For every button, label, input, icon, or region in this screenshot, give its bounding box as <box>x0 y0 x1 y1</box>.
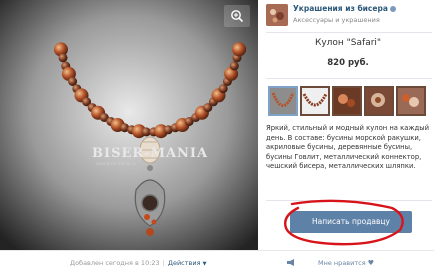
thumbnail[interactable] <box>332 86 362 116</box>
thumbnail[interactable] <box>268 86 298 116</box>
store-avatar[interactable] <box>266 4 288 26</box>
product-description: Яркий, стильный и модный кулон на каждый… <box>266 124 429 170</box>
watermark: BISER-MANIA <box>92 146 209 161</box>
thumbnail-image <box>302 88 328 114</box>
store-subtitle: Аксессуары и украшения <box>293 16 380 24</box>
like-button[interactable]: Мне нравится ♥ <box>318 259 374 267</box>
divider <box>266 78 432 79</box>
store-name-link[interactable]: Украшения из бисера <box>293 4 396 13</box>
divider <box>266 32 432 33</box>
share-button[interactable] <box>286 258 296 269</box>
chevron-down-icon: ▼ <box>202 261 207 267</box>
thumbnail-image <box>334 88 360 114</box>
store-logo-icon <box>266 4 288 26</box>
megaphone-icon <box>287 259 294 266</box>
thumbnail-image <box>270 88 296 114</box>
watermark-url: www.biser-mania.ru <box>96 161 136 166</box>
thumbnail[interactable] <box>364 86 394 116</box>
thumbnail[interactable] <box>396 86 426 116</box>
thumbnail-strip <box>268 86 434 118</box>
red-annotation-circle <box>284 199 404 246</box>
necklace-bead <box>232 42 247 57</box>
separator: | <box>162 259 165 267</box>
added-date: Добавлен сегодня в 10:23 <box>70 259 160 267</box>
zoom-button[interactable] <box>224 5 250 27</box>
added-info: Добавлен сегодня в 10:23 | Действия ▼ <box>70 259 206 267</box>
actions-link[interactable]: Действия <box>168 259 201 267</box>
verified-icon <box>389 6 396 12</box>
zoom-in-icon <box>231 10 244 23</box>
heart-icon: ♥ <box>367 259 374 267</box>
bottom-bar: Добавлен сегодня в 10:23 | Действия ▼ Мне … <box>0 250 434 276</box>
necklace-bead <box>229 61 239 71</box>
thumbnail-image <box>366 88 392 114</box>
product-price: 820 руб. <box>327 58 369 68</box>
necklace-bead <box>58 53 68 63</box>
thumbnail-image <box>398 88 424 114</box>
product-photo[interactable]: BISER-MANIA www.biser-mania.ru <box>0 0 258 250</box>
like-label: Мне нравится <box>318 259 366 267</box>
thumbnail[interactable] <box>300 86 330 116</box>
store-name-text: Украшения из бисера <box>293 4 388 13</box>
necklace-image <box>0 0 258 250</box>
product-title: Кулон "Safari" <box>314 38 382 48</box>
